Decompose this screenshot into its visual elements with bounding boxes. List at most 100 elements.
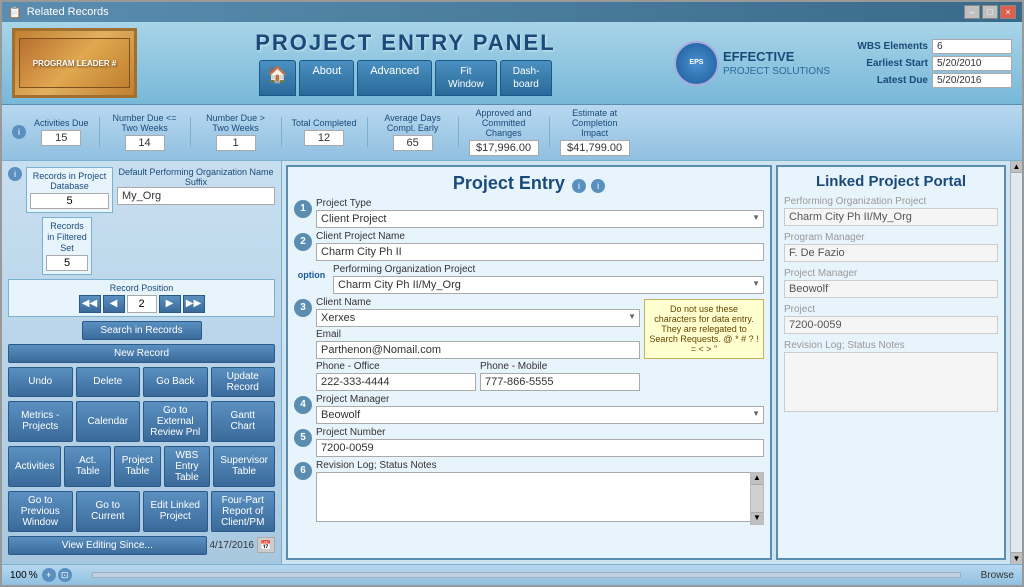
header-info: WBS Elements 6 Earliest Start 5/20/2010 … — [838, 39, 1012, 88]
form-row-2: 2 Client Project Name — [294, 231, 764, 261]
row-num-4: 4 — [294, 396, 312, 414]
records-in-set-value: 5 — [46, 255, 88, 271]
header-center: PROJECT ENTRY PANEL 🏠 About Advanced Fit… — [137, 30, 674, 96]
go-current-button[interactable]: Go to Current — [76, 491, 141, 532]
nav-prev-button[interactable]: ◀ — [103, 295, 125, 313]
header: PROGRAM LEADER # PROJECT ENTRY PANEL 🏠 A… — [2, 22, 1022, 105]
undo-button[interactable]: Undo — [8, 367, 73, 397]
window-icon: 📋 — [8, 6, 22, 19]
entry-info-icon-2[interactable]: i — [591, 179, 605, 193]
tab-fit-window[interactable]: Fit Window — [435, 60, 497, 96]
record-position-box: Record Position ◀◀ ◀ ▶ ▶▶ — [8, 279, 275, 317]
edit-linked-button[interactable]: Edit Linked Project — [143, 491, 208, 532]
zoom-controls: 100 % + ⊡ — [10, 568, 72, 582]
go-prev-button[interactable]: Go to Previous Window — [8, 491, 73, 532]
textarea-scroll-down[interactable]: ▼ — [751, 512, 763, 524]
scroll-up-button[interactable]: ▲ — [1011, 161, 1022, 173]
logo-text-block: EFFECTIVE PROJECT SOLUTIONS — [723, 49, 830, 77]
records-in-db-value: 5 — [30, 193, 109, 209]
tab-advanced[interactable]: Advanced — [357, 60, 432, 96]
stat-activities-due: Activities Due 15 — [34, 119, 89, 146]
tab-about[interactable]: About — [299, 60, 354, 96]
form-row-5: 5 Project Number — [294, 427, 764, 457]
default-org-label: Default Performing Organization Name Suf… — [117, 167, 275, 187]
nav-last-button[interactable]: ▶▶ — [183, 295, 205, 313]
nav-tabs: 🏠 About Advanced Fit Window Dash- board — [259, 60, 553, 96]
form-row-3: 3 Client Name Xerxes Email — [294, 297, 764, 391]
act-table-button[interactable]: Act. Table — [64, 446, 111, 487]
portal-project: Project — [784, 304, 998, 334]
external-review-button[interactable]: Go to External Review Pnl — [143, 401, 208, 442]
row-num-6: 6 — [294, 462, 312, 480]
records-in-set-box: Records in Filtered Set 5 — [42, 217, 92, 274]
row-num-1: 1 — [294, 200, 312, 218]
stats-bar: i Activities Due 15 Number Due <= Two We… — [2, 105, 1022, 161]
delete-button[interactable]: Delete — [76, 367, 141, 397]
four-part-button[interactable]: Four-Part Report of Client/PM — [211, 491, 276, 532]
close-button[interactable]: × — [1000, 5, 1016, 19]
project-type-select[interactable]: Client Project — [316, 210, 764, 228]
default-org-input[interactable] — [117, 187, 275, 205]
performing-org-select[interactable]: Charm City Ph II/My_Org — [333, 276, 764, 294]
activities-button[interactable]: Activities — [8, 446, 61, 487]
nav-next-button[interactable]: ▶ — [159, 295, 181, 313]
new-record-button[interactable]: New Record — [8, 344, 275, 363]
wbs-label: WBS Elements — [838, 41, 928, 52]
update-record-button[interactable]: Update Record — [211, 367, 276, 397]
zoom-increase-button[interactable]: + — [42, 568, 56, 582]
sidebar-info-icon[interactable]: i — [8, 167, 22, 181]
tab-home[interactable]: 🏠 — [259, 60, 297, 96]
supervisor-button[interactable]: Supervisor Table — [213, 446, 275, 487]
project-form: 1 Project Type Client Project 2 — [294, 198, 764, 552]
go-back-button[interactable]: Go Back — [143, 367, 208, 397]
entry-info-icon-1[interactable]: i — [572, 179, 586, 193]
project-table-button[interactable]: Project Table — [114, 446, 161, 487]
stat-total-completed: Total Completed 12 — [292, 119, 357, 146]
revision-log-textarea[interactable] — [316, 472, 764, 522]
tab-dashboard[interactable]: Dash- board — [500, 60, 553, 96]
stat-due-two-weeks-lte: Number Due <= Two Weeks 14 — [110, 114, 180, 151]
scroll-down-button[interactable]: ▼ — [1011, 552, 1022, 564]
program-leader-box: PROGRAM LEADER # — [12, 28, 137, 98]
view-editing-button[interactable]: View Editing Since... — [8, 536, 207, 555]
search-button[interactable]: Search in Records — [82, 321, 202, 340]
project-entry-panel: Project Entry i i 1 Project Type Client … — [286, 165, 772, 560]
titlebar-controls[interactable]: – □ × — [964, 5, 1016, 19]
calendar-picker-button[interactable]: 📅 — [257, 537, 275, 553]
project-manager-select[interactable]: Beowolf — [316, 406, 764, 424]
portal-program-manager: Program Manager — [784, 232, 998, 262]
scrollbar[interactable]: ▲ ▼ — [1010, 161, 1022, 564]
gantt-button[interactable]: Gantt Chart — [211, 401, 276, 442]
client-name-input[interactable] — [316, 243, 764, 261]
program-leader-label: PROGRAM LEADER # — [33, 59, 117, 68]
stat-avg-days: Average Days Compl. Early 65 — [378, 114, 448, 151]
bottom-left: 100 % + ⊡ — [10, 568, 72, 582]
portal-project-manager-input — [784, 280, 998, 298]
main-panel: Project Entry i i 1 Project Type Client … — [282, 161, 1010, 564]
stat-approved-changes: Approved and Committed Changes $17,996.0… — [469, 109, 539, 156]
textarea-scroll-up[interactable]: ▲ — [751, 473, 763, 485]
record-pos-input[interactable] — [127, 295, 157, 313]
zoom-fit-button[interactable]: ⊡ — [58, 568, 72, 582]
maximize-button[interactable]: □ — [982, 5, 998, 19]
portal-revision-log: Revision Log; Status Notes — [784, 340, 998, 552]
phone-mobile-input[interactable] — [480, 373, 640, 391]
form-row-4: 4 Project Manager Beowolf — [294, 394, 764, 424]
client-select[interactable]: Xerxes — [316, 309, 640, 327]
nav-first-button[interactable]: ◀◀ — [79, 295, 101, 313]
stat-estimate-completion: Estimate at Completion Impact $41,799.00 — [560, 109, 630, 156]
email-input[interactable] — [316, 341, 640, 359]
wbs-value: 6 — [932, 39, 1012, 54]
bottom-bar: 100 % + ⊡ Browse — [2, 564, 1022, 585]
project-number-input[interactable] — [316, 439, 764, 457]
wbs-entry-button[interactable]: WBS Entry Table — [164, 446, 211, 487]
row-num-5: 5 — [294, 429, 312, 447]
phone-office-input[interactable] — [316, 373, 476, 391]
minimize-button[interactable]: – — [964, 5, 980, 19]
metrics-button[interactable]: Metrics - Projects — [8, 401, 73, 442]
metrics-actions: Metrics - Projects Calendar Go to Extern… — [8, 401, 275, 442]
calendar-button[interactable]: Calendar — [76, 401, 141, 442]
stats-info-icon[interactable]: i — [12, 125, 26, 139]
portal-revision-textarea — [784, 352, 998, 412]
window-actions: Go to Previous Window Go to Current Edit… — [8, 491, 275, 532]
